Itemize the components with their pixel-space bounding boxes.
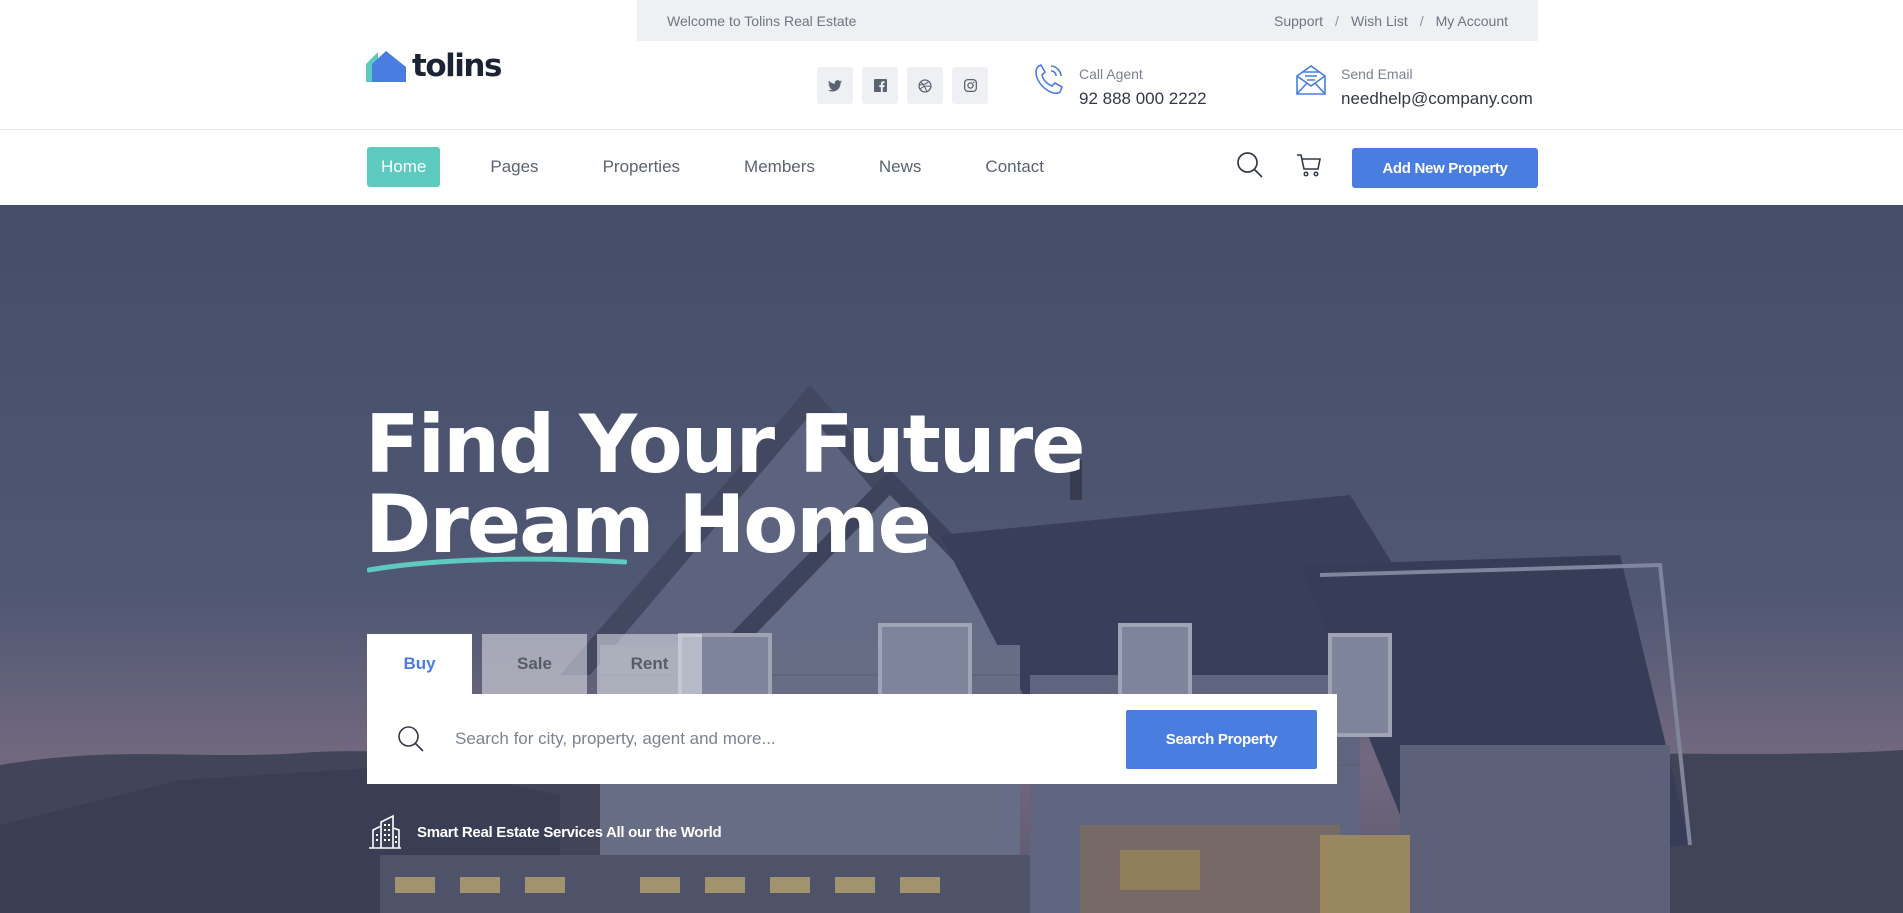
property-search-box: Search Property: [367, 694, 1337, 784]
tagline-text: Smart Real Estate Services All our the W…: [417, 823, 722, 841]
house-logo-icon: [366, 51, 406, 82]
call-agent[interactable]: Call Agent 92 888 000 2222: [1033, 62, 1207, 109]
property-search-input[interactable]: [455, 729, 1126, 749]
nav-pages[interactable]: Pages: [476, 147, 552, 187]
top-bar: Welcome to Tolins Real Estate Support / …: [637, 0, 1538, 41]
buildings-icon: [369, 814, 401, 849]
header-divider: [0, 129, 1903, 130]
separator: /: [1419, 12, 1424, 29]
twitter-icon: [828, 79, 842, 92]
search-icon: [1237, 152, 1263, 178]
dribbble-icon: [918, 78, 932, 93]
search-icon: [398, 726, 424, 752]
twitter-link[interactable]: [817, 67, 853, 104]
facebook-icon: [873, 79, 887, 92]
add-new-property-button[interactable]: Add New Property: [1352, 148, 1538, 188]
tab-rent[interactable]: Rent: [597, 634, 702, 694]
property-type-tabs: Buy Sale Rent: [367, 634, 702, 694]
tab-buy[interactable]: Buy: [367, 634, 472, 694]
nav-properties[interactable]: Properties: [589, 147, 694, 187]
search-property-button[interactable]: Search Property: [1126, 709, 1317, 769]
tagline: Smart Real Estate Services All our the W…: [367, 814, 722, 850]
email-address: needhelp@company.com: [1341, 89, 1533, 108]
topbar-links: Support / Wish List / My Account: [1274, 13, 1508, 29]
search-button[interactable]: [1236, 151, 1264, 184]
hero-title: Find Your Future Dream Home: [365, 405, 1085, 565]
wish-list-link[interactable]: Wish List: [1351, 13, 1408, 29]
instagram-link[interactable]: [952, 67, 988, 104]
logo-text: tolins: [412, 48, 502, 84]
welcome-text: Welcome to Tolins Real Estate: [667, 12, 857, 29]
hero-title-home: Home: [678, 478, 932, 571]
cart-button[interactable]: [1296, 152, 1322, 183]
cart-icon: [1297, 154, 1321, 177]
dribbble-link[interactable]: [907, 67, 943, 104]
nav-home[interactable]: Home: [367, 147, 441, 187]
send-email[interactable]: Send Email needhelp@company.com: [1295, 62, 1533, 109]
phone-number: 92 888 000 2222: [1079, 89, 1207, 108]
call-agent-label: Call Agent: [1079, 66, 1143, 82]
nav-news[interactable]: News: [865, 147, 936, 187]
phone-icon: [1035, 64, 1064, 95]
nav-contact[interactable]: Contact: [971, 147, 1058, 187]
envelope-icon: [1296, 65, 1326, 95]
facebook-link[interactable]: [862, 67, 898, 104]
main-nav: Home Pages Properties Members News Conta…: [367, 147, 1094, 187]
send-email-label: Send Email: [1341, 66, 1413, 82]
instagram-icon: [963, 79, 977, 92]
social-links: [817, 67, 988, 104]
brush-underline: [367, 556, 627, 573]
my-account-link[interactable]: My Account: [1436, 13, 1508, 29]
support-link[interactable]: Support: [1274, 13, 1323, 29]
separator: /: [1335, 12, 1339, 29]
tab-sale[interactable]: Sale: [482, 634, 587, 694]
nav-members[interactable]: Members: [730, 147, 829, 187]
logo[interactable]: tolins: [366, 48, 502, 84]
